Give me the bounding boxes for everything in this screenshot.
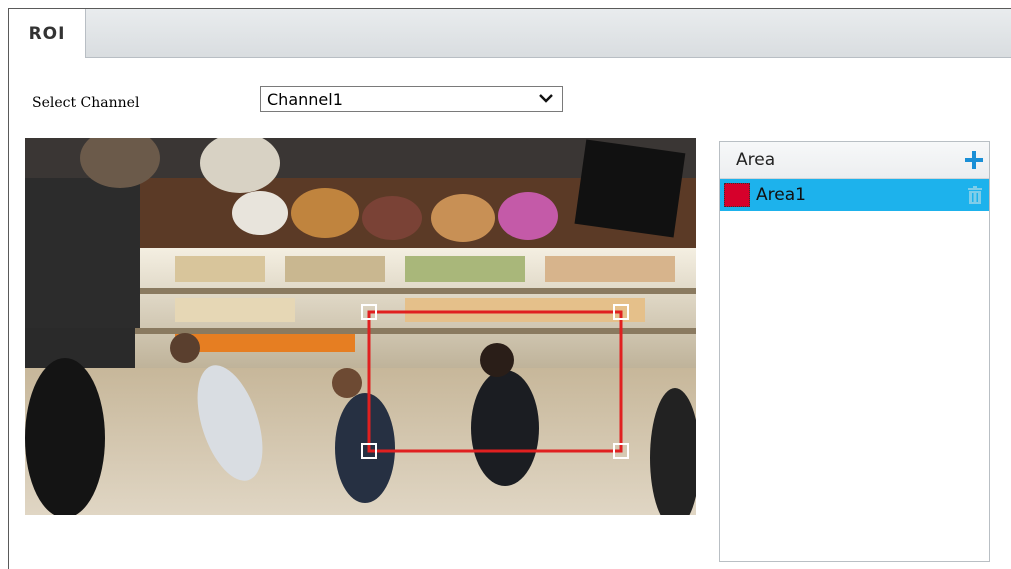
channel-select[interactable]: Channel1 xyxy=(260,86,563,112)
tab-roi[interactable]: ROI xyxy=(9,9,86,58)
area-header-label: Area xyxy=(736,150,776,170)
tab-bar: ROI xyxy=(9,9,1011,58)
area-panel-header: Area xyxy=(720,142,989,179)
camera-scene-image xyxy=(25,138,696,515)
add-icon[interactable] xyxy=(963,149,985,171)
channel-select-value: Channel1 xyxy=(267,89,343,109)
select-channel-label: Select Channel xyxy=(32,95,140,111)
roi-page: ROI Select Channel Channel1 Area Area1 xyxy=(8,8,1011,569)
area-list-item[interactable]: Area1 xyxy=(720,179,989,211)
chevron-down-icon xyxy=(539,94,553,103)
area-panel: Area Area1 xyxy=(719,141,990,562)
area-item-label: Area1 xyxy=(756,185,806,205)
trash-icon[interactable] xyxy=(967,186,983,204)
video-preview[interactable] xyxy=(25,138,696,515)
area-color-swatch xyxy=(724,183,750,207)
